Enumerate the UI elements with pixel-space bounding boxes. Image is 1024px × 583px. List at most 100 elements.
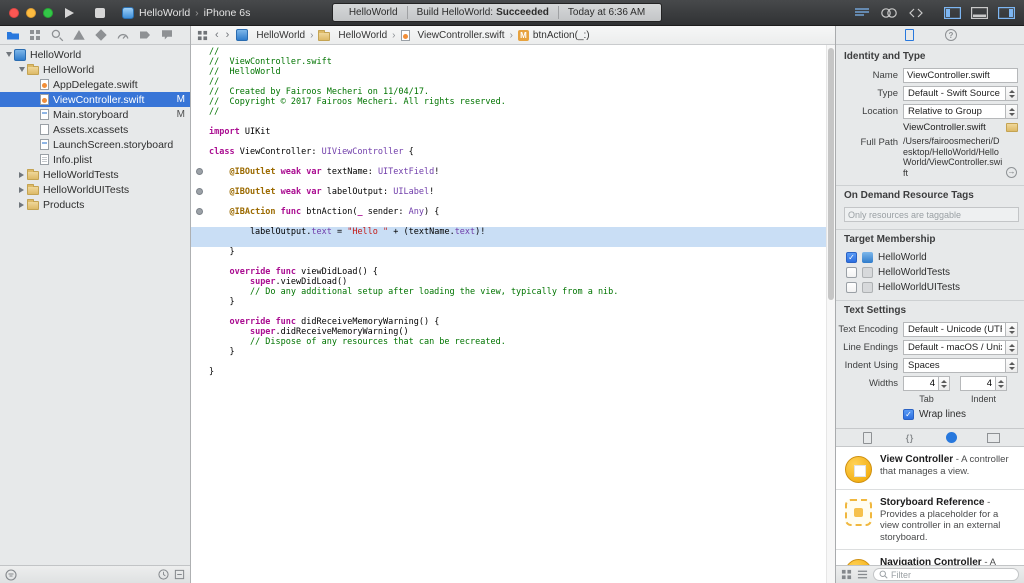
breakpoint-gutter[interactable] <box>191 207 209 217</box>
breakpoint-gutter[interactable] <box>191 317 209 327</box>
navigator-tab-symbol[interactable] <box>26 27 44 44</box>
code-line-5[interactable]: // Created by Fairoos Mecheri on 11/04/1… <box>191 87 826 97</box>
breakpoint-gutter[interactable] <box>191 327 209 337</box>
run-button[interactable] <box>62 6 76 20</box>
tree-item-HelloWorld[interactable]: HelloWorld <box>0 47 190 62</box>
code-line-20[interactable] <box>191 237 826 247</box>
disclosure-triangle-icon[interactable] <box>16 172 27 178</box>
code-line-6[interactable]: // Copyright © 2017 Fairoos Mecheri. All… <box>191 97 826 107</box>
target-checkbox[interactable] <box>846 267 857 278</box>
breakpoint-gutter[interactable] <box>191 57 209 67</box>
toggle-navigator-button[interactable] <box>940 5 964 21</box>
code-line-15[interactable]: @IBOutlet weak var labelOutput: UILabel! <box>191 187 826 197</box>
breakpoint-gutter[interactable] <box>191 137 209 147</box>
code-line-11[interactable]: class ViewController: UIViewController { <box>191 147 826 157</box>
target-checkbox[interactable] <box>846 252 857 263</box>
breakpoint-gutter[interactable] <box>191 267 209 277</box>
code-line-21[interactable]: } <box>191 247 826 257</box>
breakpoint-gutter[interactable] <box>191 277 209 287</box>
close-button[interactable] <box>9 8 19 18</box>
minimize-button[interactable] <box>26 8 36 18</box>
breakpoint-gutter[interactable] <box>191 347 209 357</box>
back-button[interactable]: ‹ <box>215 29 219 41</box>
code-line-2[interactable]: // ViewController.swift <box>191 57 826 67</box>
assistant-editor-button[interactable] <box>877 5 901 21</box>
disclosure-triangle-icon[interactable] <box>3 52 14 57</box>
code-line-27[interactable] <box>191 307 826 317</box>
library-tab-media[interactable] <box>980 429 1006 446</box>
name-input[interactable] <box>903 68 1018 83</box>
library-item[interactable]: Navigation Controller - A controller tha… <box>836 550 1024 565</box>
code-line-33[interactable]: } <box>191 367 826 377</box>
code-line-1[interactable]: // <box>191 47 826 57</box>
code-line-7[interactable]: // <box>191 107 826 117</box>
breakpoint-gutter[interactable] <box>191 357 209 367</box>
breakpoint-gutter[interactable] <box>191 77 209 87</box>
breakpoint-gutter[interactable] <box>191 167 209 177</box>
disclosure-triangle-icon[interactable] <box>16 187 27 193</box>
library-tab-object[interactable] <box>938 429 964 446</box>
code-line-31[interactable]: } <box>191 347 826 357</box>
scheme-selector[interactable]: HelloWorld › iPhone 6s <box>122 5 250 21</box>
code-line-17[interactable]: @IBAction func btnAction(_ sender: Any) … <box>191 207 826 217</box>
breakpoint-gutter[interactable] <box>191 227 209 237</box>
toggle-inspector-button[interactable] <box>994 5 1018 21</box>
tree-item-HelloWorldTests[interactable]: HelloWorldTests <box>0 167 190 182</box>
source-control-filter-icon[interactable] <box>174 569 185 580</box>
tree-item-Info.plist[interactable]: Info.plist <box>0 152 190 167</box>
code-line-14[interactable] <box>191 177 826 187</box>
stepper-arrows-icon[interactable] <box>939 376 950 391</box>
tree-item-ViewController.swift[interactable]: ViewController.swift M <box>0 92 190 107</box>
disclosure-triangle-icon[interactable] <box>16 67 27 72</box>
target-checkbox[interactable] <box>846 282 857 293</box>
breakpoint-gutter[interactable] <box>191 147 209 157</box>
breakpoint-gutter[interactable] <box>191 217 209 227</box>
recent-files-filter-icon[interactable] <box>158 569 169 580</box>
code-line-24[interactable]: super.viewDidLoad() <box>191 277 826 287</box>
resource-tags-input[interactable] <box>844 207 1019 222</box>
disclosure-triangle-icon[interactable] <box>16 202 27 208</box>
code-line-12[interactable] <box>191 157 826 167</box>
tree-item-LaunchScreen.storyboard[interactable]: LaunchScreen.storyboard <box>0 137 190 152</box>
breakpoint-gutter[interactable] <box>191 367 209 377</box>
code-line-13[interactable]: @IBOutlet weak var textName: UITextField… <box>191 167 826 177</box>
navigator-tab-test[interactable] <box>92 27 110 44</box>
forward-button[interactable]: › <box>226 29 230 41</box>
grid-view-icon[interactable] <box>841 569 852 580</box>
navigator-tab-debug[interactable] <box>114 27 132 44</box>
version-editor-button[interactable] <box>904 5 928 21</box>
code-line-10[interactable] <box>191 137 826 147</box>
code-line-32[interactable] <box>191 357 826 367</box>
breakpoint-gutter[interactable] <box>191 187 209 197</box>
code-line-9[interactable]: import UIKit <box>191 127 826 137</box>
tree-item-Main.storyboard[interactable]: Main.storyboard M <box>0 107 190 122</box>
code-line-4[interactable]: // <box>191 77 826 87</box>
navigator-tab-project[interactable] <box>4 27 22 44</box>
breakpoint-gutter[interactable] <box>191 67 209 77</box>
breakpoint-gutter[interactable] <box>191 127 209 137</box>
open-path-arrow-icon[interactable]: → <box>1006 167 1017 178</box>
choose-location-folder-icon[interactable] <box>1006 123 1018 132</box>
code-line-30[interactable]: // Dispose of any resources that can be … <box>191 337 826 347</box>
tree-item-Products[interactable]: Products <box>0 197 190 212</box>
breakpoint-gutter[interactable] <box>191 117 209 127</box>
breakpoint-gutter[interactable] <box>191 107 209 117</box>
library-item[interactable]: Storyboard Reference - Provides a placeh… <box>836 490 1024 550</box>
tab-width-input[interactable] <box>903 376 939 391</box>
file-inspector-tab[interactable] <box>895 27 923 44</box>
code-line-19[interactable]: labelOutput.text = "Hello " + (textName.… <box>191 227 826 237</box>
library-filter-field[interactable] <box>873 568 1019 581</box>
breakpoint-gutter[interactable] <box>191 247 209 257</box>
navigator-tab-breakpoint[interactable] <box>136 27 154 44</box>
library-item[interactable]: View Controller - A controller that mana… <box>836 447 1024 490</box>
jumpbar-segment[interactable]: HelloWorld <box>236 29 305 41</box>
standard-editor-button[interactable] <box>850 5 874 21</box>
jumpbar-segment[interactable]: HelloWorld <box>318 29 387 41</box>
navigator-tab-report[interactable] <box>158 27 176 44</box>
breakpoint-gutter[interactable] <box>191 237 209 247</box>
tree-item-HelloWorldUITests[interactable]: HelloWorldUITests <box>0 182 190 197</box>
breakpoint-gutter[interactable] <box>191 337 209 347</box>
code-area[interactable]: //// ViewController.swift// HelloWorld//… <box>191 45 835 583</box>
related-items-button[interactable] <box>197 30 208 41</box>
line-endings-select[interactable]: Default - macOS / Unix (LF) <box>903 340 1018 355</box>
